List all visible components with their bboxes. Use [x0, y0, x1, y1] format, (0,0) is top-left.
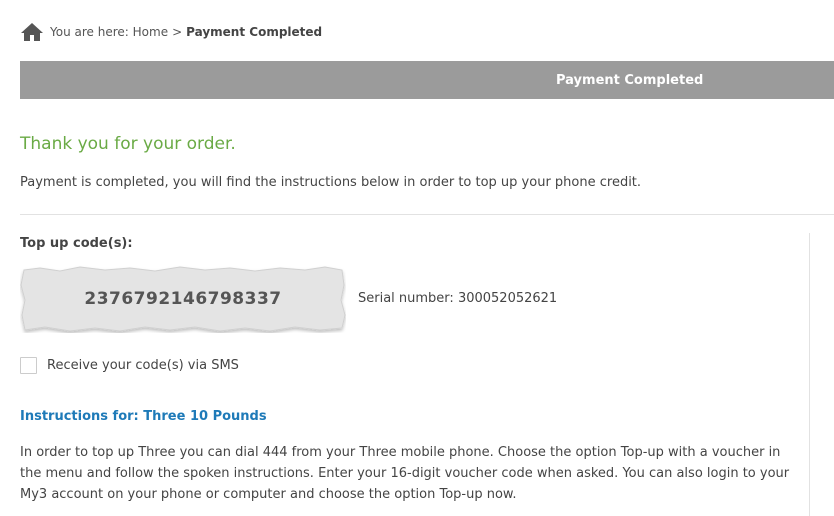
- sms-option[interactable]: Receive your code(s) via SMS: [20, 357, 239, 374]
- topup-code-label: Top up code(s):: [20, 236, 133, 251]
- intro-text: Payment is completed, you will find the …: [20, 175, 642, 190]
- page-banner: Payment Completed: [20, 61, 834, 99]
- banner-title: Payment Completed: [556, 72, 704, 88]
- instructions-text: In order to top up Three you can dial 44…: [20, 445, 790, 502]
- serial-number: Serial number: 300052052621: [358, 291, 557, 306]
- serial-number-label: Serial number:: [358, 291, 454, 306]
- breadcrumb-separator: >: [172, 25, 183, 39]
- breadcrumb-home-link[interactable]: Home: [133, 25, 168, 39]
- home-icon[interactable]: [20, 22, 44, 42]
- sms-checkbox-label: Receive your code(s) via SMS: [47, 358, 239, 373]
- topup-code-card: 2376792146798337: [20, 265, 346, 333]
- serial-number-value: 300052052621: [457, 291, 558, 306]
- column-divider: [809, 233, 810, 516]
- breadcrumb-prefix: You are here:: [50, 25, 129, 39]
- sms-checkbox[interactable]: [20, 357, 37, 374]
- breadcrumb: You are here: Home > Payment Completed: [20, 20, 322, 44]
- section-divider: [20, 214, 834, 215]
- thank-you-heading: Thank you for your order.: [20, 134, 236, 154]
- instructions-title: Instructions for: Three 10 Pounds: [20, 409, 267, 424]
- topup-code-value: 2376792146798337: [84, 289, 282, 309]
- breadcrumb-current: Payment Completed: [186, 25, 323, 39]
